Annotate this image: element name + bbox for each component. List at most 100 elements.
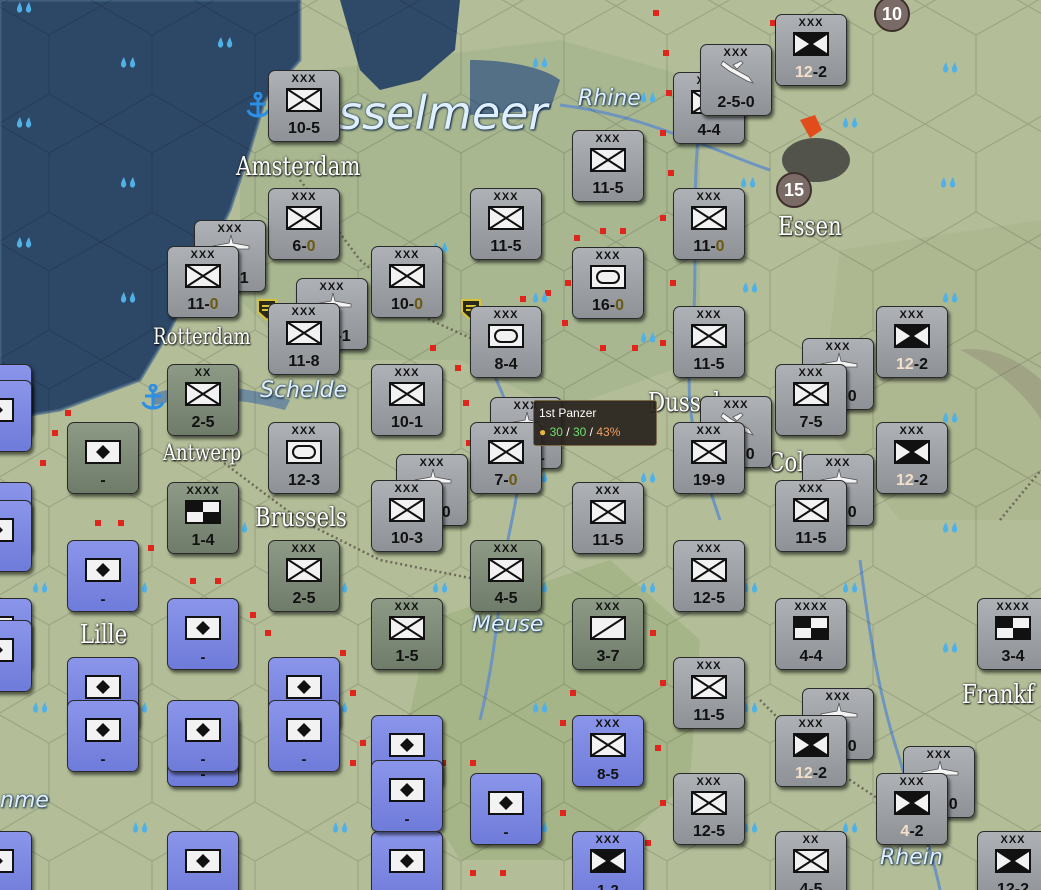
unit-counter[interactable]: XXX 11-5 bbox=[775, 480, 847, 552]
unit-stats-text: 12-2 bbox=[996, 881, 1030, 890]
unit-counter[interactable]: - bbox=[0, 831, 32, 890]
unit-counter[interactable]: XX 2-5 bbox=[167, 364, 239, 436]
unit-counter[interactable]: - bbox=[167, 700, 239, 772]
unit-stats-text: 1-2 bbox=[597, 882, 619, 890]
unit-counter[interactable]: XXXX 3-4 bbox=[977, 598, 1041, 670]
unit-counter[interactable]: XXX 4-5 bbox=[470, 540, 542, 612]
bomber-aircraft-icon bbox=[720, 60, 754, 84]
unit-counter[interactable]: - bbox=[371, 760, 443, 832]
unit-counter[interactable]: XXX 10-5 bbox=[268, 70, 340, 142]
unit-stats-suffix: 0 bbox=[306, 238, 316, 255]
unit-counter[interactable]: XXX 2-5-0 bbox=[700, 44, 772, 116]
unit-counter[interactable]: XXX 8-5 bbox=[572, 715, 644, 787]
unit-counter[interactable]: XXX 11-5 bbox=[673, 657, 745, 729]
unit-counter[interactable]: XXX 10-3 bbox=[371, 480, 443, 552]
unit-stats-text: 6- bbox=[292, 238, 307, 255]
unit-size-label: XXXX bbox=[794, 601, 828, 613]
unit-stats-text: 8-4 bbox=[494, 356, 518, 373]
unit-counter[interactable]: XXX 12-2 bbox=[775, 715, 847, 787]
unit-counter[interactable]: XXX 11-0 bbox=[167, 246, 239, 318]
unit-stats-suffix: 0 bbox=[209, 296, 219, 313]
unit-stats: - bbox=[68, 751, 138, 768]
unit-stats-suffix: 0 bbox=[414, 296, 424, 313]
unit-counter[interactable]: XXX 16-0 bbox=[572, 247, 644, 319]
unit-counter[interactable]: - bbox=[268, 700, 340, 772]
unit-counter[interactable]: XXX 11-0 bbox=[673, 188, 745, 260]
unit-counter[interactable]: XXX 12-2 bbox=[977, 831, 1041, 890]
unit-size-label: XXX bbox=[394, 483, 420, 495]
unit-counter[interactable]: - bbox=[167, 831, 239, 890]
unit-counter[interactable]: XXX 12-5 bbox=[673, 540, 745, 612]
unit-counter[interactable]: XXXX 4-4 bbox=[775, 598, 847, 670]
unit-size-label: XXX bbox=[493, 191, 519, 203]
unit-counter[interactable]: - bbox=[0, 620, 32, 692]
strongpoint-symbol-icon bbox=[389, 849, 425, 873]
rhine-label: Rhine bbox=[578, 86, 641, 111]
armor-symbol-icon bbox=[286, 440, 322, 464]
artillery-symbol-icon bbox=[894, 440, 930, 464]
unit-counter[interactable]: XXX 8-4 bbox=[470, 306, 542, 378]
unit-stats: 11-0 bbox=[674, 238, 744, 256]
unit-stats-text: 12-3 bbox=[287, 472, 321, 489]
unit-counter[interactable]: XXX 11-5 bbox=[572, 130, 644, 202]
unit-counter[interactable]: XXX 19-9 bbox=[673, 422, 745, 494]
unit-counter[interactable]: XXX 12-2 bbox=[876, 306, 948, 378]
unit-stats: 7-5 bbox=[776, 414, 846, 432]
unit-stats: - bbox=[372, 882, 442, 890]
unit-counter[interactable]: XXX 1-2 bbox=[572, 831, 644, 890]
unit-counter[interactable]: XXX 7-5 bbox=[775, 364, 847, 436]
unit-counter[interactable]: XXX 11-5 bbox=[572, 482, 644, 554]
unit-counter[interactable]: XXX 12-5 bbox=[673, 773, 745, 845]
unit-size-label: XXX bbox=[493, 425, 519, 437]
unit-stats: 2-5 bbox=[168, 414, 238, 432]
unit-stats-text: 7-5 bbox=[799, 414, 823, 431]
unit-counter[interactable]: XXX 3-7 bbox=[572, 598, 644, 670]
unit-stats: 12-2 bbox=[877, 472, 947, 490]
unit-counter[interactable]: XXX 11-5 bbox=[470, 188, 542, 260]
unit-counter[interactable]: XXX 2-5 bbox=[268, 540, 340, 612]
infantry-symbol-icon bbox=[185, 264, 221, 288]
unit-counter[interactable]: XXX 11-5 bbox=[673, 306, 745, 378]
unit-counter[interactable]: - bbox=[0, 500, 32, 572]
unit-counter[interactable]: - bbox=[67, 422, 139, 494]
unit-stats-text: 11-5 bbox=[592, 180, 624, 197]
infantry-symbol-icon bbox=[691, 558, 727, 582]
unit-size-label: XXX bbox=[493, 309, 519, 321]
tooltip-unit-name: 1st Panzer bbox=[539, 406, 597, 420]
unit-size-label: XXX bbox=[696, 660, 722, 672]
unit-counter[interactable]: - bbox=[167, 598, 239, 670]
unit-stats: 11-5 bbox=[674, 707, 744, 725]
victory-point-marker[interactable]: 15 bbox=[776, 172, 812, 208]
unit-counter[interactable]: XXXX 1-4 bbox=[167, 482, 239, 554]
unit-counter[interactable]: XXX 6-0 bbox=[268, 188, 340, 260]
essen-label: Essen bbox=[778, 212, 842, 242]
lille-label: Lille bbox=[80, 620, 128, 650]
unit-strength-highlight: 12 bbox=[895, 472, 914, 489]
unit-stats: 11-5 bbox=[573, 532, 643, 550]
unit-counter[interactable]: - bbox=[67, 700, 139, 772]
infantry-symbol-icon bbox=[590, 733, 626, 757]
unit-counter[interactable]: XXX 11-8 bbox=[268, 303, 340, 375]
unit-size-label: XXX bbox=[595, 601, 621, 613]
unit-counter[interactable]: XXX 12-2 bbox=[876, 422, 948, 494]
unit-stats: - bbox=[168, 751, 238, 768]
unit-counter[interactable]: XXX 7-0 bbox=[470, 422, 542, 494]
strongpoint-symbol-icon bbox=[389, 733, 425, 757]
strategy-map[interactable]: sselmeer Rhine Schelde Meuse Rhein nme A… bbox=[0, 0, 1041, 890]
unit-counter[interactable]: - bbox=[0, 380, 32, 452]
unit-counter[interactable]: XX 4-5 bbox=[775, 831, 847, 890]
infantry-symbol-icon bbox=[389, 264, 425, 288]
unit-counter[interactable]: - bbox=[67, 540, 139, 612]
unit-counter[interactable]: XXX 12-2 bbox=[775, 14, 847, 86]
rain-weather-icon bbox=[532, 292, 548, 303]
unit-size-label: XXX bbox=[1000, 834, 1026, 846]
unit-counter[interactable]: - bbox=[371, 831, 443, 890]
unit-counter[interactable]: XXX 10-1 bbox=[371, 364, 443, 436]
unit-counter[interactable]: XXX 12-3 bbox=[268, 422, 340, 494]
unit-counter[interactable]: XXX 1-5 bbox=[371, 598, 443, 670]
unit-stats-text: 11-8 bbox=[288, 353, 320, 370]
unit-counter[interactable]: - bbox=[470, 773, 542, 845]
unit-counter[interactable]: XXX 10-0 bbox=[371, 246, 443, 318]
unit-stats: 12-2 bbox=[776, 64, 846, 82]
unit-counter[interactable]: XXX 4-2 bbox=[876, 773, 948, 845]
